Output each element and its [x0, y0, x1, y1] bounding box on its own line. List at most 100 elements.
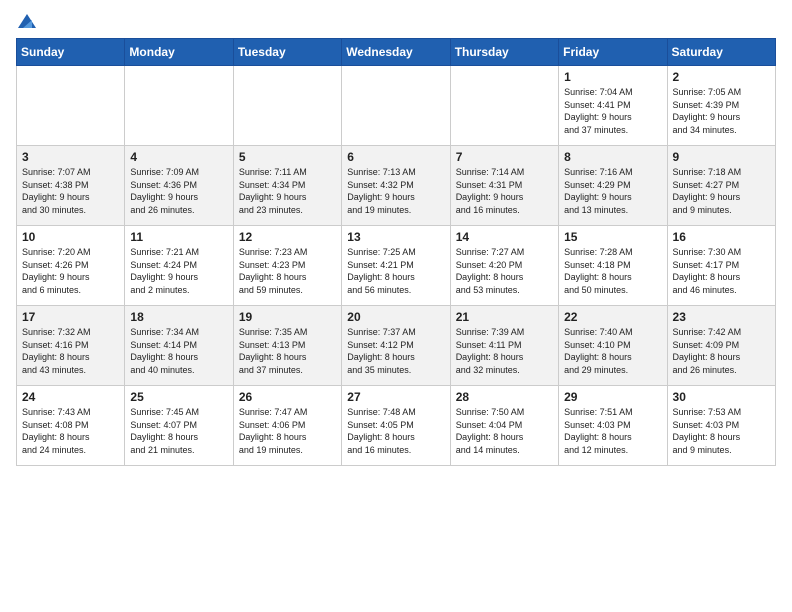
day-number: 24: [22, 390, 119, 404]
day-info: Sunrise: 7:53 AM Sunset: 4:03 PM Dayligh…: [673, 406, 770, 456]
day-number: 17: [22, 310, 119, 324]
weekday-header-tuesday: Tuesday: [233, 39, 341, 66]
day-number: 6: [347, 150, 444, 164]
day-number: 25: [130, 390, 227, 404]
weekday-header-row: SundayMondayTuesdayWednesdayThursdayFrid…: [17, 39, 776, 66]
weekday-header-saturday: Saturday: [667, 39, 775, 66]
calendar-cell: 11 Sunrise: 7:21 AM Sunset: 4:24 PM Dayli…: [125, 226, 233, 306]
day-number: 28: [456, 390, 553, 404]
week-row-2: 10 Sunrise: 7:20 AM Sunset: 4:26 PM Dayli…: [17, 226, 776, 306]
weekday-header-sunday: Sunday: [17, 39, 125, 66]
day-info: Sunrise: 7:30 AM Sunset: 4:17 PM Dayligh…: [673, 246, 770, 296]
week-row-0: 1Sunrise: 7:04 AM Sunset: 4:41 PM Daylig…: [17, 66, 776, 146]
calendar-cell: 21Sunrise: 7:39 AM Sunset: 4:11 PM Dayli…: [450, 306, 558, 386]
weekday-header-wednesday: Wednesday: [342, 39, 450, 66]
calendar-cell: [450, 66, 558, 146]
calendar-cell: 27 Sunrise: 7:48 AM Sunset: 4:05 PM Dayli…: [342, 386, 450, 466]
day-info: Sunrise: 7:13 AM Sunset: 4:32 PM Dayligh…: [347, 166, 444, 216]
calendar-cell: 2 Sunrise: 7:05 AM Sunset: 4:39 PM Daylig…: [667, 66, 775, 146]
page: SundayMondayTuesdayWednesdayThursdayFrid…: [0, 0, 792, 476]
calendar-cell: 18 Sunrise: 7:34 AM Sunset: 4:14 PM Dayli…: [125, 306, 233, 386]
day-info: Sunrise: 7:21 AM Sunset: 4:24 PM Dayligh…: [130, 246, 227, 296]
day-number: 23: [673, 310, 770, 324]
day-number: 12: [239, 230, 336, 244]
day-number: 13: [347, 230, 444, 244]
day-info: Sunrise: 7:20 AM Sunset: 4:26 PM Dayligh…: [22, 246, 119, 296]
day-number: 21: [456, 310, 553, 324]
day-info: Sunrise: 7:47 AM Sunset: 4:06 PM Dayligh…: [239, 406, 336, 456]
calendar-cell: 5 Sunrise: 7:11 AM Sunset: 4:34 PM Daylig…: [233, 146, 341, 226]
day-info: Sunrise: 7:42 AM Sunset: 4:09 PM Dayligh…: [673, 326, 770, 376]
calendar-cell: [342, 66, 450, 146]
day-number: 29: [564, 390, 661, 404]
calendar-cell: 17 Sunrise: 7:32 AM Sunset: 4:16 PM Dayli…: [17, 306, 125, 386]
day-info: Sunrise: 7:32 AM Sunset: 4:16 PM Dayligh…: [22, 326, 119, 376]
day-info: Sunrise: 7:05 AM Sunset: 4:39 PM Dayligh…: [673, 86, 770, 136]
day-info: Sunrise: 7:40 AM Sunset: 4:10 PM Dayligh…: [564, 326, 661, 376]
logo: [16, 16, 36, 26]
calendar-cell: 14 Sunrise: 7:27 AM Sunset: 4:20 PM Dayli…: [450, 226, 558, 306]
weekday-header-thursday: Thursday: [450, 39, 558, 66]
day-info: Sunrise: 7:34 AM Sunset: 4:14 PM Dayligh…: [130, 326, 227, 376]
calendar-cell: 28 Sunrise: 7:50 AM Sunset: 4:04 PM Dayli…: [450, 386, 558, 466]
day-number: 20: [347, 310, 444, 324]
calendar-cell: 6 Sunrise: 7:13 AM Sunset: 4:32 PM Daylig…: [342, 146, 450, 226]
day-number: 7: [456, 150, 553, 164]
day-info: Sunrise: 7:27 AM Sunset: 4:20 PM Dayligh…: [456, 246, 553, 296]
calendar-cell: 19 Sunrise: 7:35 AM Sunset: 4:13 PM Dayli…: [233, 306, 341, 386]
calendar-cell: 20 Sunrise: 7:37 AM Sunset: 4:12 PM Dayli…: [342, 306, 450, 386]
day-info: Sunrise: 7:25 AM Sunset: 4:21 PM Dayligh…: [347, 246, 444, 296]
day-number: 2: [673, 70, 770, 84]
calendar-table: SundayMondayTuesdayWednesdayThursdayFrid…: [16, 38, 776, 466]
day-number: 11: [130, 230, 227, 244]
day-info: Sunrise: 7:48 AM Sunset: 4:05 PM Dayligh…: [347, 406, 444, 456]
day-number: 15: [564, 230, 661, 244]
day-number: 4: [130, 150, 227, 164]
day-info: Sunrise: 7:16 AM Sunset: 4:29 PM Dayligh…: [564, 166, 661, 216]
calendar-cell: 10 Sunrise: 7:20 AM Sunset: 4:26 PM Dayli…: [17, 226, 125, 306]
day-info: Sunrise: 7:45 AM Sunset: 4:07 PM Dayligh…: [130, 406, 227, 456]
day-info: Sunrise: 7:14 AM Sunset: 4:31 PM Dayligh…: [456, 166, 553, 216]
day-info: Sunrise: 7:07 AM Sunset: 4:38 PM Dayligh…: [22, 166, 119, 216]
day-info: Sunrise: 7:28 AM Sunset: 4:18 PM Dayligh…: [564, 246, 661, 296]
calendar-cell: 8Sunrise: 7:16 AM Sunset: 4:29 PM Daylig…: [559, 146, 667, 226]
calendar-cell: [17, 66, 125, 146]
calendar-cell: 23 Sunrise: 7:42 AM Sunset: 4:09 PM Dayli…: [667, 306, 775, 386]
day-number: 22: [564, 310, 661, 324]
day-number: 19: [239, 310, 336, 324]
day-info: Sunrise: 7:09 AM Sunset: 4:36 PM Dayligh…: [130, 166, 227, 216]
calendar-cell: [125, 66, 233, 146]
day-info: Sunrise: 7:04 AM Sunset: 4:41 PM Dayligh…: [564, 86, 661, 136]
weekday-header-friday: Friday: [559, 39, 667, 66]
calendar-cell: 1Sunrise: 7:04 AM Sunset: 4:41 PM Daylig…: [559, 66, 667, 146]
day-number: 30: [673, 390, 770, 404]
day-number: 3: [22, 150, 119, 164]
day-info: Sunrise: 7:50 AM Sunset: 4:04 PM Dayligh…: [456, 406, 553, 456]
calendar-cell: 29 Sunrise: 7:51 AM Sunset: 4:03 PM Dayli…: [559, 386, 667, 466]
day-info: Sunrise: 7:43 AM Sunset: 4:08 PM Dayligh…: [22, 406, 119, 456]
calendar-cell: 9 Sunrise: 7:18 AM Sunset: 4:27 PM Daylig…: [667, 146, 775, 226]
day-number: 5: [239, 150, 336, 164]
day-info: Sunrise: 7:23 AM Sunset: 4:23 PM Dayligh…: [239, 246, 336, 296]
day-number: 10: [22, 230, 119, 244]
day-number: 9: [673, 150, 770, 164]
week-row-4: 24 Sunrise: 7:43 AM Sunset: 4:08 PM Dayli…: [17, 386, 776, 466]
day-info: Sunrise: 7:11 AM Sunset: 4:34 PM Dayligh…: [239, 166, 336, 216]
calendar-cell: 26Sunrise: 7:47 AM Sunset: 4:06 PM Dayli…: [233, 386, 341, 466]
day-number: 18: [130, 310, 227, 324]
calendar-cell: 16Sunrise: 7:30 AM Sunset: 4:17 PM Dayli…: [667, 226, 775, 306]
day-number: 27: [347, 390, 444, 404]
day-info: Sunrise: 7:37 AM Sunset: 4:12 PM Dayligh…: [347, 326, 444, 376]
logo-icon: [18, 14, 36, 30]
header: [16, 16, 776, 26]
day-info: Sunrise: 7:51 AM Sunset: 4:03 PM Dayligh…: [564, 406, 661, 456]
day-number: 14: [456, 230, 553, 244]
calendar-cell: 30 Sunrise: 7:53 AM Sunset: 4:03 PM Dayli…: [667, 386, 775, 466]
calendar-cell: 4 Sunrise: 7:09 AM Sunset: 4:36 PM Daylig…: [125, 146, 233, 226]
calendar-cell: 7 Sunrise: 7:14 AM Sunset: 4:31 PM Daylig…: [450, 146, 558, 226]
calendar-cell: 24 Sunrise: 7:43 AM Sunset: 4:08 PM Dayli…: [17, 386, 125, 466]
calendar-cell: 13 Sunrise: 7:25 AM Sunset: 4:21 PM Dayli…: [342, 226, 450, 306]
day-info: Sunrise: 7:18 AM Sunset: 4:27 PM Dayligh…: [673, 166, 770, 216]
week-row-3: 17 Sunrise: 7:32 AM Sunset: 4:16 PM Dayli…: [17, 306, 776, 386]
day-info: Sunrise: 7:35 AM Sunset: 4:13 PM Dayligh…: [239, 326, 336, 376]
